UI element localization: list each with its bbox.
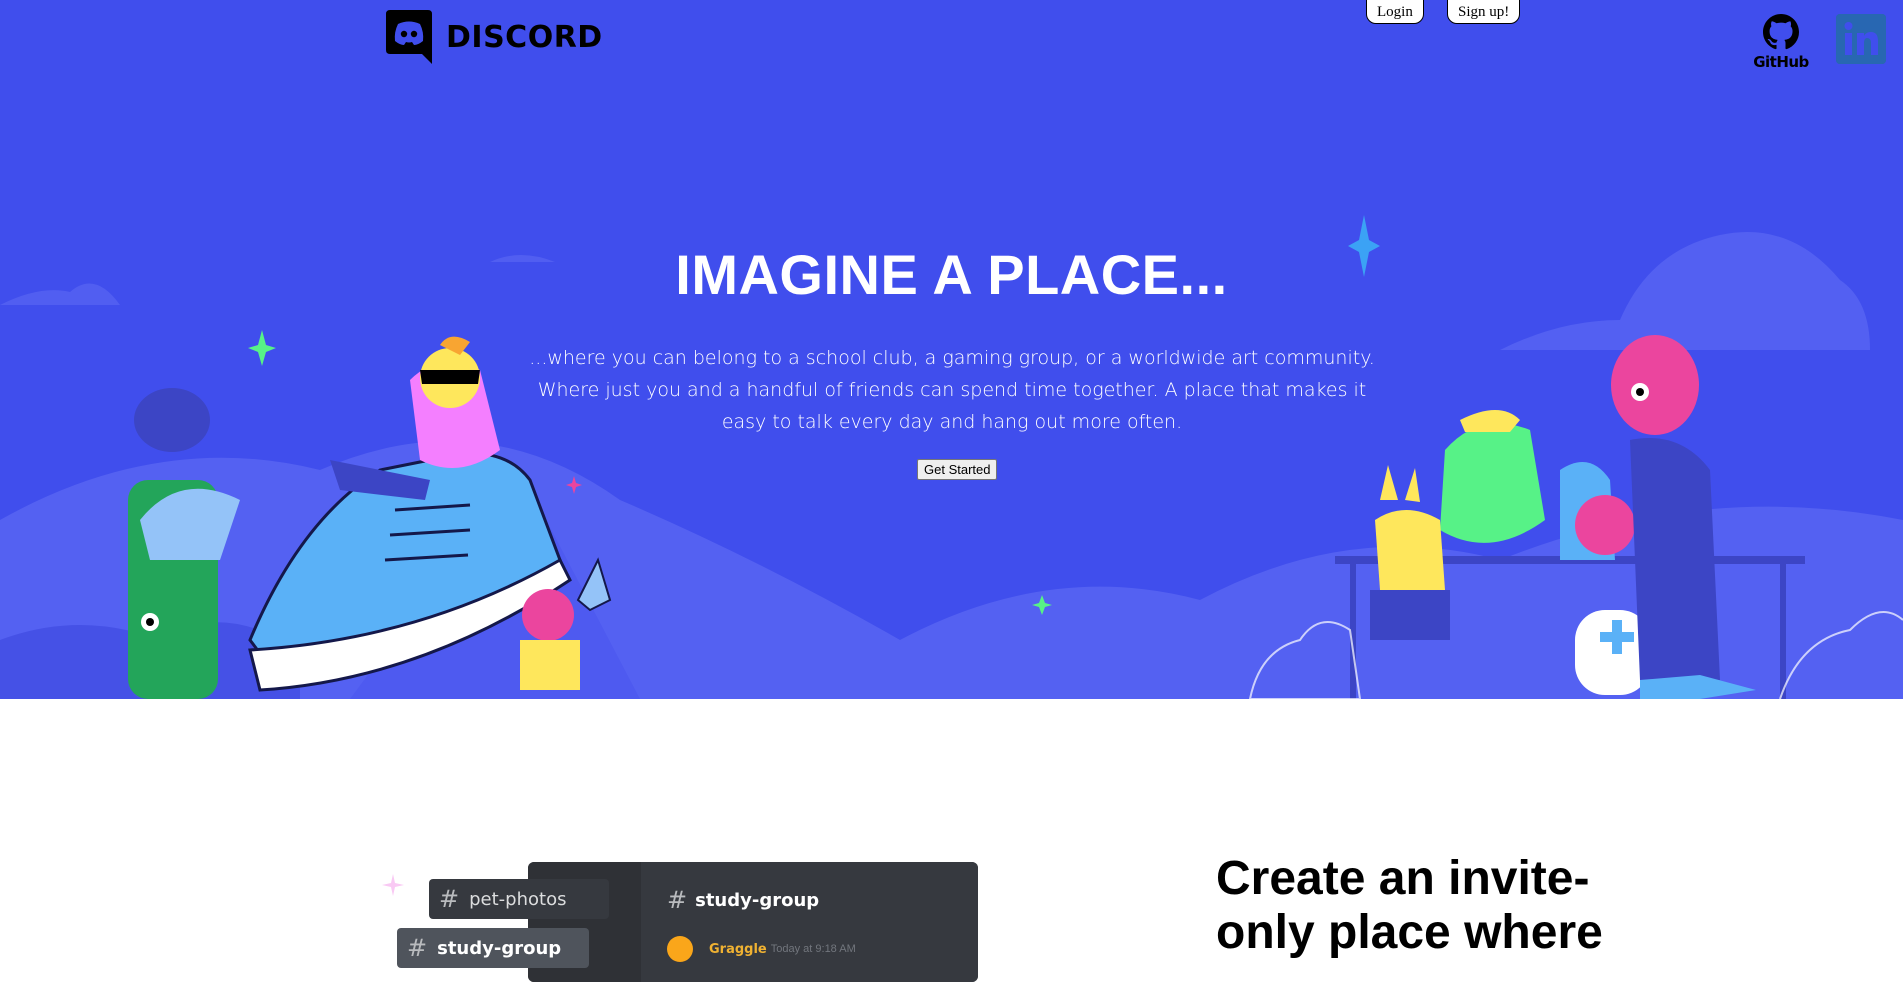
sparkle-icon xyxy=(382,874,404,896)
discord-logo-icon xyxy=(386,10,432,64)
avatar xyxy=(667,936,693,962)
github-link[interactable]: GitHub xyxy=(1752,14,1810,71)
feature-title: Create an invite-only place where xyxy=(1216,852,1603,959)
hero-title: IMAGINE A PLACE... xyxy=(675,243,1228,306)
brand-wordmark: DISCORD xyxy=(446,19,603,55)
login-button[interactable]: Login xyxy=(1366,0,1424,24)
get-started-button[interactable]: Get Started xyxy=(917,459,998,480)
mockup-channel-name: study-group xyxy=(695,890,820,911)
mockup-main: # study-group Graggle Today at 9:18 AM xyxy=(641,862,978,982)
linkedin-link[interactable] xyxy=(1836,14,1886,64)
channel-pill-label: study-group xyxy=(437,938,562,959)
brand-logo[interactable]: DISCORD xyxy=(384,10,603,64)
linkedin-icon xyxy=(1836,14,1886,64)
hashtag-icon: # xyxy=(667,886,688,914)
hashtag-icon: # xyxy=(407,934,428,962)
signup-button[interactable]: Sign up! xyxy=(1447,0,1521,24)
github-label: GitHub xyxy=(1753,53,1809,71)
github-icon xyxy=(1763,14,1799,50)
channel-pill-pet-photos: # pet-photos xyxy=(429,879,609,919)
mockup-channel-title: # study-group xyxy=(667,886,819,914)
hero-section: DISCORD Login Sign up! GitHub IMAGINE A … xyxy=(0,0,1903,699)
hero-description: ...where you can belong to a school club… xyxy=(529,347,1375,433)
channel-pill-study-group: # study-group xyxy=(397,928,589,968)
mockup-username: Graggle xyxy=(709,941,767,957)
hashtag-icon: # xyxy=(439,885,460,913)
mockup-message: Graggle Today at 9:18 AM xyxy=(667,936,856,962)
mockup-timestamp: Today at 9:18 AM xyxy=(770,943,856,955)
channel-pill-label: pet-photos xyxy=(469,889,567,910)
